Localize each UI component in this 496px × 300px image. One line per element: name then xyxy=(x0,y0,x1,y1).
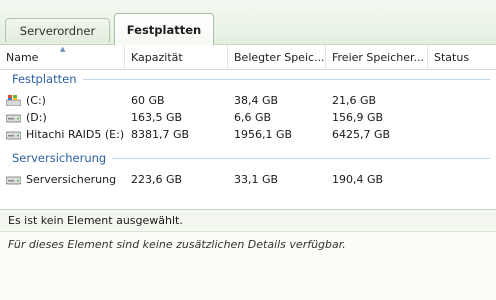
group-header-festplatten[interactable]: Festplatten xyxy=(12,72,490,86)
sort-ascending-icon: ▲ xyxy=(60,45,66,53)
tab-serverordner[interactable]: Serverordner xyxy=(5,18,110,42)
hard-drive-icon xyxy=(6,176,21,185)
cell-status xyxy=(434,171,494,188)
cell-used: 38,4 GB xyxy=(234,94,279,107)
hard-drive-icon xyxy=(6,131,21,140)
column-header-free-label: Freier Speicher... xyxy=(332,50,424,64)
cell-capacity: 60 GB xyxy=(131,94,165,107)
column-header-status[interactable]: Status xyxy=(428,45,496,69)
cell-name: (D:) xyxy=(26,111,47,124)
cell-used: 6,6 GB xyxy=(234,111,272,124)
cell-free: 6425,7 GB xyxy=(332,128,391,141)
column-header-used-label: Belegter Speic... xyxy=(234,50,325,64)
cell-used: 33,1 GB xyxy=(234,173,279,186)
tab-strip: Serverordner Festplatten xyxy=(0,0,496,45)
column-header-row: ▲ Name Kapazität Belegter Speic... Freie… xyxy=(0,45,496,70)
cell-status xyxy=(434,92,494,109)
details-info-text: Für dieses Element sind keine zusätzlich… xyxy=(8,238,346,251)
cell-name: (C:) xyxy=(26,94,46,107)
cell-name: Hitachi RAID5 (E:) xyxy=(26,128,125,141)
table-row[interactable]: (D:) 163,5 GB 6,6 GB 156,9 GB xyxy=(0,109,496,126)
column-header-name-label: Name xyxy=(6,50,39,64)
cell-status xyxy=(434,126,494,143)
table-row[interactable]: Hitachi RAID5 (E:) 8381,7 GB 1956,1 GB 6… xyxy=(0,126,496,143)
windows-drive-icon xyxy=(6,95,21,106)
hard-drive-icon xyxy=(6,114,21,123)
group-header-serversicherung[interactable]: Serversicherung xyxy=(12,151,490,165)
column-header-capacity-label: Kapazität xyxy=(131,50,183,64)
column-header-used[interactable]: Belegter Speic... xyxy=(228,45,326,69)
cell-free: 190,4 GB xyxy=(332,173,384,186)
selection-status-text: Es ist kein Element ausgewählt. xyxy=(8,214,183,227)
cell-free: 21,6 GB xyxy=(332,94,377,107)
tab-festplatten[interactable]: Festplatten xyxy=(114,13,214,45)
table-row[interactable]: Serversicherung 223,6 GB 33,1 GB 190,4 G… xyxy=(0,171,496,188)
column-header-capacity[interactable]: Kapazität xyxy=(125,45,228,69)
column-header-status-label: Status xyxy=(434,50,470,64)
group-title: Serversicherung xyxy=(12,151,107,165)
cell-capacity: 163,5 GB xyxy=(131,111,183,124)
cell-status xyxy=(434,109,494,126)
column-header-name[interactable]: ▲ Name xyxy=(0,45,125,69)
cell-name: Serversicherung xyxy=(26,173,117,186)
cell-capacity: 223,6 GB xyxy=(131,173,183,186)
column-header-free[interactable]: Freier Speicher... xyxy=(326,45,428,69)
cell-free: 156,9 GB xyxy=(332,111,384,124)
group-divider xyxy=(112,157,490,159)
cell-used: 1956,1 GB xyxy=(234,128,293,141)
group-title: Festplatten xyxy=(12,72,77,86)
details-pane: Es ist kein Element ausgewählt. Für dies… xyxy=(0,209,496,300)
group-divider xyxy=(82,78,490,80)
table-row[interactable]: (C:) 60 GB 38,4 GB 21,6 GB xyxy=(0,92,496,109)
cell-capacity: 8381,7 GB xyxy=(131,128,190,141)
selection-status-bar: Es ist kein Element ausgewählt. xyxy=(0,210,496,232)
